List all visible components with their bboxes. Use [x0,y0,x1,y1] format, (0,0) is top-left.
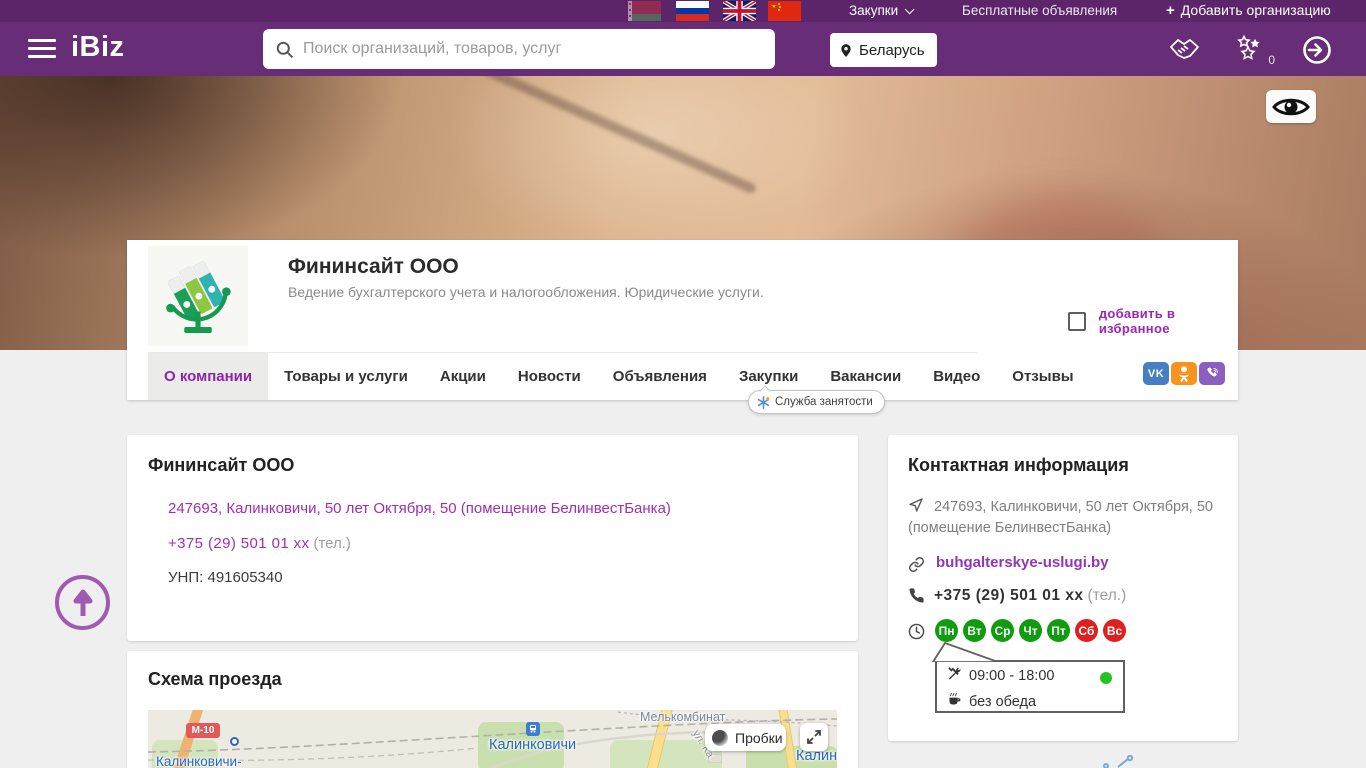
map-label-city: Калинковичи [489,737,577,753]
viber-icon[interactable] [1199,362,1225,385]
tab-promotions[interactable]: Акции [424,353,502,400]
add-to-favorites[interactable]: добавить в избранное [1068,306,1238,336]
favorites-count: 0 [1268,53,1275,67]
about-address-link[interactable]: 247693, Калинковичи, 50 лет Октября, 50 … [168,500,671,517]
day-badge[interactable]: Чт [1019,619,1042,642]
traffic-light-icon [712,729,728,746]
tab-ads[interactable]: Объявления [597,353,723,400]
contact-website-link[interactable]: buhgalterskye-uslugi.by [936,554,1109,571]
topbar-zakupki-dropdown[interactable]: Закупки [849,0,915,22]
main-header: iBiz Беларусь 0 [0,22,1366,76]
region-selector-button[interactable]: Беларусь [830,33,937,67]
working-hours-box: 09:00 - 18:00 без обеда [935,660,1125,713]
flag-russia-icon[interactable] [676,1,709,21]
company-description: Ведение бухгалтерского учета и налогообл… [288,284,764,300]
flag-belarus-icon[interactable] [628,1,661,21]
about-card: Фининсайт ООО 247693, Калинковичи, 50 ле… [127,435,858,641]
day-badge[interactable]: Ср [991,619,1014,642]
map-label-mill: Мелькомбинат [640,710,726,724]
company-logo [148,246,248,346]
map-card: Схема проезда М-10 Калинковичи Калинкови… [127,651,858,768]
menu-hamburger-button[interactable] [28,39,56,58]
topbar: Закупки Бесплатные объявления + Добавить … [0,0,1366,22]
odnoklassniki-icon[interactable] [1171,362,1197,385]
map-canvas[interactable]: М-10 Калинковичи Калинковичи- Мелькомбин… [148,710,837,768]
employment-service-icon [757,395,770,409]
company-name: Фининсайт ООО [288,255,459,278]
flag-uk-icon[interactable] [723,1,756,21]
map-label-station: Калинковичи- [156,754,242,768]
topbar-add-organization-link[interactable]: + Добавить организацию [1166,0,1331,22]
tab-products[interactable]: Товары и услуги [268,353,424,400]
phone-icon [909,588,924,603]
tab-video[interactable]: Видео [917,353,996,400]
contact-phone[interactable]: +375 (29) 501 01 xx (тел.) [934,587,1126,605]
map-train-station-icon [526,722,540,736]
company-header-card: Фининсайт ООО Ведение бухгалтерского уче… [127,240,1238,400]
chevron-down-icon [904,4,915,15]
open-now-dot [1100,672,1112,684]
phone-note: (тел.) [1087,587,1127,604]
coffee-icon [947,692,969,712]
location-pin-icon [841,43,851,57]
day-badge[interactable]: Пт [1047,619,1070,642]
topbar-free-ads-link[interactable]: Бесплатные объявления [962,0,1117,22]
arrow-up-icon [73,589,92,616]
partners-handshake-icon[interactable] [1168,35,1202,68]
search-input[interactable] [303,31,775,67]
hours-value: 09:00 - 18:00 [969,668,1055,684]
vk-icon[interactable]: VK [1143,362,1169,385]
map-road-badge: М-10 [186,723,220,738]
contact-card: Контактная информация 247693, Калинкович… [888,435,1238,741]
tab-news[interactable]: Новости [502,353,597,400]
clock-icon [908,623,925,640]
edit-pencil-icon-partial[interactable] [1098,754,1138,768]
day-badge[interactable]: Пн [935,619,958,642]
hero-pen-shape [442,76,758,195]
traffic-button[interactable]: Пробки [705,724,786,751]
map-station-dot [230,737,239,746]
eye-icon [1272,98,1310,115]
scroll-to-top-button[interactable] [55,575,110,630]
plus-icon: + [1166,2,1175,19]
login-icon[interactable] [1302,35,1332,70]
map-fullscreen-button[interactable] [800,723,828,751]
about-title: Фининсайт ООО [148,455,295,475]
site-logo[interactable]: iBiz [71,31,125,64]
about-phone-link[interactable]: +375 (29) 501 01 xx (тел.) [168,535,351,552]
map-title: Схема проезда [148,669,282,689]
contact-title: Контактная информация [908,455,1129,475]
favorite-label[interactable]: добавить в избранное [1099,306,1238,336]
favorite-checkbox[interactable] [1068,311,1086,331]
phone-note: (тел.) [313,535,351,552]
tools-icon [947,666,969,686]
lunch-value: без обеда [969,694,1037,710]
search-icon [276,41,294,58]
social-buttons: VK [1143,362,1227,385]
region-label: Беларусь [859,41,925,59]
day-badge[interactable]: Вс [1103,619,1126,642]
tab-about[interactable]: О компании [148,353,269,400]
accessibility-eye-button[interactable] [1266,90,1316,123]
about-unp: УНП: 491605340 [168,569,283,586]
link-icon [909,557,924,572]
favorites-stars-icon[interactable]: 0 [1236,34,1275,68]
flag-china-icon[interactable] [768,1,801,21]
day-badge[interactable]: Вт [963,619,986,642]
contact-address: 247693, Калинковичи, 50 лет Октября, 50 … [908,498,1213,536]
search-bar [263,29,775,69]
working-days: Пн Вт Ср Чт Пт Сб Вс [935,619,1131,642]
tab-reviews[interactable]: Отзывы [996,353,1089,400]
hours-callout-pointer [932,642,999,662]
day-badge[interactable]: Сб [1075,619,1098,642]
employment-service-tooltip: Служба занятости [748,385,885,414]
page: Закупки Бесплатные объявления + Добавить … [0,0,1366,768]
navigation-arrow-icon [909,498,923,512]
